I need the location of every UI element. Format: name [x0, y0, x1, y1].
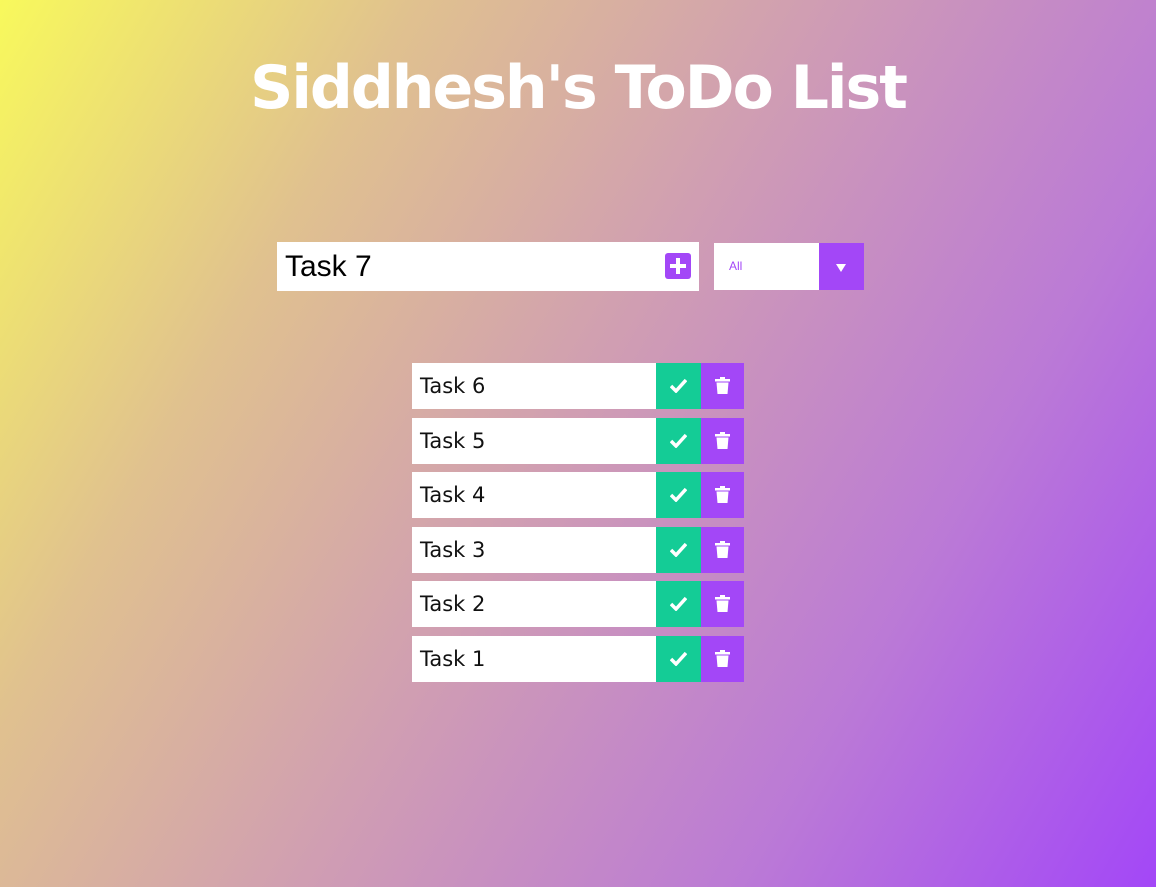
page-title: Siddhesh's ToDo List — [250, 53, 908, 123]
complete-button[interactable] — [656, 526, 701, 573]
filter-dropdown-button[interactable] — [819, 243, 864, 290]
trash-icon — [715, 431, 730, 449]
todo-item: Task 6 — [412, 363, 744, 409]
todo-item-label: Task 5 — [420, 428, 486, 453]
trash-icon — [715, 540, 730, 558]
add-todo-button[interactable] — [665, 253, 691, 279]
delete-button[interactable] — [701, 417, 744, 464]
todo-item: Task 5 — [412, 417, 744, 464]
delete-button[interactable] — [701, 581, 744, 627]
todo-item-label: Task 6 — [420, 374, 486, 398]
complete-button[interactable] — [656, 363, 701, 409]
filter-select[interactable]: All — [714, 243, 864, 290]
check-icon — [670, 651, 687, 666]
todo-input-container — [277, 242, 699, 291]
delete-button[interactable] — [701, 472, 744, 518]
todo-item-label: Task 1 — [420, 646, 486, 671]
todo-item-label: Task 2 — [420, 592, 486, 616]
delete-button[interactable] — [701, 363, 744, 409]
complete-button[interactable] — [656, 635, 701, 682]
check-icon — [670, 378, 687, 393]
todo-item: Task 3 — [412, 526, 744, 573]
check-icon — [670, 433, 687, 448]
trash-icon — [715, 649, 730, 667]
todo-item-label: Task 4 — [420, 483, 486, 507]
check-icon — [670, 596, 687, 611]
check-icon — [670, 487, 687, 502]
filter-selected-value: All — [729, 259, 743, 273]
trash-icon — [715, 486, 730, 503]
todo-list: Task 6 Task 5 Task 4 Task 3 Task 2 Task … — [412, 363, 744, 690]
caret-down-icon — [836, 264, 846, 272]
delete-button[interactable] — [701, 526, 744, 573]
todo-item: Task 1 — [412, 635, 744, 682]
todo-input[interactable] — [277, 242, 657, 291]
complete-button[interactable] — [656, 581, 701, 627]
complete-button[interactable] — [656, 472, 701, 518]
check-icon — [670, 542, 687, 557]
todo-item-label: Task 3 — [420, 537, 486, 562]
trash-icon — [715, 595, 730, 612]
todo-item: Task 4 — [412, 472, 744, 518]
complete-button[interactable] — [656, 417, 701, 464]
trash-icon — [715, 377, 730, 394]
todo-item: Task 2 — [412, 581, 744, 627]
delete-button[interactable] — [701, 635, 744, 682]
